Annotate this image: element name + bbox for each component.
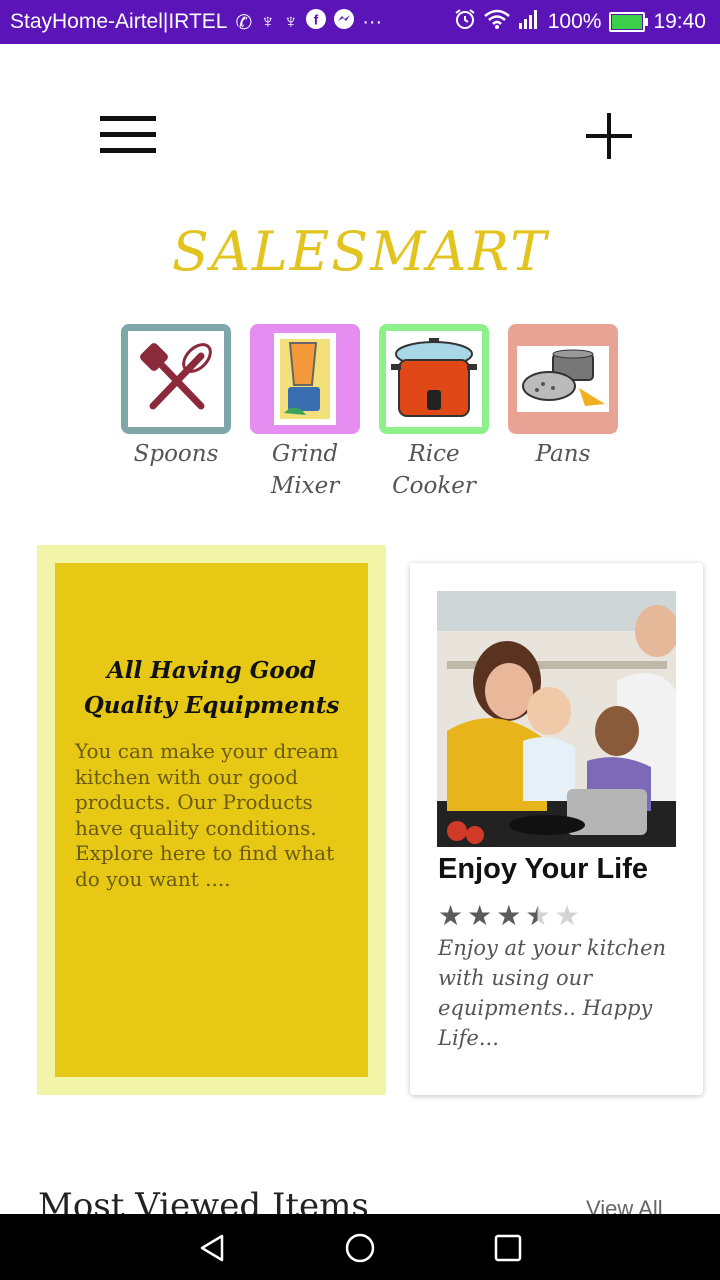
signal-icon	[518, 9, 540, 35]
back-icon[interactable]	[196, 1232, 228, 1264]
hamburger-menu-icon[interactable]	[100, 116, 156, 156]
star-icon: ★	[438, 899, 464, 932]
more-icon: ···	[362, 10, 383, 33]
life-card[interactable]: Enjoy Your Life ★ ★ ★ ★ ★ Enjoy at your …	[410, 563, 703, 1095]
star-icon: ★	[496, 899, 522, 932]
carrier-name: StayHome-Airtel|IRTEL	[10, 10, 228, 33]
recents-icon[interactable]	[492, 1232, 524, 1264]
category-label: Grind Mixer	[270, 441, 340, 499]
promo-card[interactable]: All Having Good Quality Equipments You c…	[37, 545, 386, 1095]
spoons-icon	[128, 331, 224, 427]
category-tile[interactable]	[508, 324, 618, 434]
category-list: Spoons Grind Mixer Rice Cooker Pans	[121, 324, 618, 502]
plus-icon[interactable]	[586, 113, 632, 159]
life-card-title: Enjoy Your Life	[438, 853, 649, 885]
grind-mixer-icon	[274, 333, 336, 425]
family-kitchen-photo	[437, 591, 676, 847]
status-right: 100% 19:40	[454, 0, 706, 44]
status-left: StayHome-Airtel|IRTEL ✆ ♆ ♆ f ···	[10, 0, 382, 44]
app-brand-title: SALESMART	[171, 220, 549, 283]
svg-text:f: f	[314, 12, 319, 28]
usb-icon: ♆	[283, 10, 299, 33]
battery-fill	[612, 15, 643, 29]
category-tile[interactable]	[121, 324, 231, 434]
messenger-icon	[334, 9, 355, 35]
category-label: Rice Cooker	[392, 441, 476, 499]
category-tile[interactable]	[379, 324, 489, 434]
clock: 19:40	[653, 10, 706, 33]
home-icon[interactable]	[344, 1232, 376, 1264]
category-grind-mixer[interactable]: Grind Mixer	[250, 324, 360, 502]
star-half-icon: ★	[525, 899, 551, 932]
pans-icon	[517, 346, 609, 412]
battery-icon	[609, 12, 649, 32]
category-tile[interactable]	[250, 324, 360, 434]
promo-card-inner: All Having Good Quality Equipments You c…	[55, 563, 368, 1077]
usb-icon: ♆	[260, 10, 276, 33]
notification-icons: ✆ ♆ ♆ f ···	[235, 9, 382, 35]
rice-cooker-icon	[386, 331, 482, 427]
navigation-bar	[0, 1214, 720, 1280]
promo-title: All Having Good Quality Equipments	[83, 657, 340, 719]
star-empty-icon: ★	[554, 899, 580, 932]
alarm-icon	[454, 8, 476, 36]
status-bar: StayHome-Airtel|IRTEL ✆ ♆ ♆ f ··· 100% 1…	[0, 0, 720, 44]
category-label: Pans	[535, 441, 591, 467]
battery-percent: 100%	[547, 10, 602, 33]
facebook-icon: f	[306, 9, 327, 35]
phone-icon: ✆	[235, 11, 253, 34]
category-label: Spoons	[133, 441, 219, 467]
category-rice-cooker[interactable]: Rice Cooker	[379, 324, 489, 502]
category-spoons[interactable]: Spoons	[121, 324, 231, 502]
life-card-text: Enjoy at your kitchen with using our equ…	[438, 936, 667, 1050]
promo-body: You can make your dream kitchen with our…	[75, 739, 339, 891]
rating-stars: ★ ★ ★ ★ ★	[438, 901, 580, 931]
star-icon: ★	[467, 899, 493, 932]
category-pans[interactable]: Pans	[508, 324, 618, 502]
wifi-icon	[483, 9, 510, 35]
